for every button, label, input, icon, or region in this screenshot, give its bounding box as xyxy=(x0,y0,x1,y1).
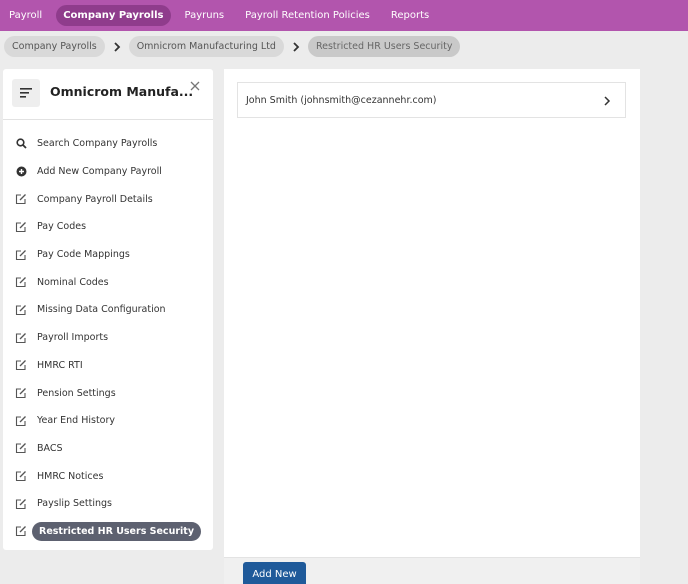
edit-icon xyxy=(14,275,28,289)
edit-icon xyxy=(14,192,28,206)
top-navigation-bar: Payroll Company Payrolls Payruns Payroll… xyxy=(0,0,688,31)
user-label: John Smith (johnsmith@cezannehr.com) xyxy=(246,94,437,106)
sidebar-item-pension-settings[interactable]: Pension Settings xyxy=(3,379,213,407)
chevron-right-icon xyxy=(284,37,308,57)
sidebar-item-label: Search Company Payrolls xyxy=(37,138,158,150)
sidebar-item-search-company-payrolls[interactable]: Search Company Payrolls xyxy=(3,130,213,158)
edit-icon xyxy=(14,497,28,511)
sidebar-item-pay-codes[interactable]: Pay Codes xyxy=(3,213,213,241)
edit-icon xyxy=(14,441,28,455)
edit-icon xyxy=(14,524,28,538)
sidebar-title: Omnicrom Manufa... xyxy=(50,84,194,99)
sidebar-item-label: HMRC RTI xyxy=(37,359,83,371)
sidebar-item-label: Pension Settings xyxy=(37,387,116,399)
breadcrumb-current-page: Restricted HR Users Security xyxy=(307,36,461,57)
sidebar-item-year-end-history[interactable]: Year End History xyxy=(3,407,213,435)
sidebar-item-restricted-hr-users-security[interactable]: Restricted HR Users Security xyxy=(3,518,213,546)
main-content: John Smith (johnsmith@cezannehr.com) xyxy=(224,69,640,557)
sidebar-item-bacs[interactable]: BACS xyxy=(3,435,213,463)
nav-item-company-payrolls[interactable]: Company Payrolls xyxy=(56,5,171,26)
sidebar-menu: Search Company Payrolls Add New Company … xyxy=(3,130,213,545)
chevron-right-icon xyxy=(105,37,129,57)
sidebar-item-company-payroll-details[interactable]: Company Payroll Details xyxy=(3,185,213,213)
sidebar-item-label: Year End History xyxy=(37,415,116,427)
nav-item-payruns[interactable]: Payruns xyxy=(178,5,232,26)
sidebar: Omnicrom Manufa... Search Company Payrol… xyxy=(3,69,213,550)
edit-icon xyxy=(14,220,28,234)
sidebar-item-label: Missing Data Configuration xyxy=(37,304,166,316)
sidebar-item-label: Nominal Codes xyxy=(37,276,109,288)
nav-item-payroll[interactable]: Payroll xyxy=(2,5,49,26)
sidebar-item-label: Payroll Imports xyxy=(37,332,109,344)
chevron-right-icon xyxy=(602,95,612,107)
sidebar-item-payroll-imports[interactable]: Payroll Imports xyxy=(3,324,213,352)
edit-icon xyxy=(14,331,28,345)
edit-icon xyxy=(14,358,28,372)
sidebar-item-label: BACS xyxy=(37,442,63,454)
list-item[interactable]: John Smith (johnsmith@cezannehr.com) xyxy=(237,82,626,118)
sidebar-item-nominal-codes[interactable]: Nominal Codes xyxy=(3,268,213,296)
sidebar-header: Omnicrom Manufa... xyxy=(3,69,213,120)
sidebar-item-payslip-settings[interactable]: Payslip Settings xyxy=(3,490,213,518)
edit-icon xyxy=(14,469,28,483)
sidebar-item-label: Add New Company Payroll xyxy=(37,166,162,178)
edit-icon xyxy=(14,414,28,428)
sidebar-item-label: Restricted HR Users Security xyxy=(32,521,202,541)
nav-item-payroll-retention-policies[interactable]: Payroll Retention Policies xyxy=(238,5,377,26)
sidebar-item-hmrc-notices[interactable]: HMRC Notices xyxy=(3,462,213,490)
footer-bar: Add New xyxy=(224,557,640,584)
search-icon xyxy=(14,137,28,151)
sidebar-item-label: Payslip Settings xyxy=(37,498,112,510)
sidebar-item-label: Company Payroll Details xyxy=(37,193,153,205)
hamburger-icon[interactable] xyxy=(12,79,40,107)
breadcrumb-company[interactable]: Omnicrom Manufacturing Ltd xyxy=(128,36,284,57)
sidebar-item-label: HMRC Notices xyxy=(37,470,104,482)
nav-item-reports[interactable]: Reports xyxy=(384,5,436,26)
close-icon[interactable] xyxy=(188,79,202,93)
sidebar-item-label: Pay Codes xyxy=(37,221,87,233)
sidebar-item-hmrc-rti[interactable]: HMRC RTI xyxy=(3,352,213,380)
plus-circle-icon xyxy=(14,165,28,179)
edit-icon xyxy=(14,248,28,262)
sidebar-item-label: Pay Code Mappings xyxy=(37,249,130,261)
breadcrumb-company-payrolls[interactable]: Company Payrolls xyxy=(4,36,105,57)
sidebar-item-pay-code-mappings[interactable]: Pay Code Mappings xyxy=(3,241,213,269)
edit-icon xyxy=(14,386,28,400)
edit-icon xyxy=(14,303,28,317)
breadcrumb: Company Payrolls Omnicrom Manufacturing … xyxy=(0,31,688,62)
add-new-button[interactable]: Add New xyxy=(243,562,306,584)
sidebar-item-add-new-company-payroll[interactable]: Add New Company Payroll xyxy=(3,158,213,186)
sidebar-item-missing-data-configuration[interactable]: Missing Data Configuration xyxy=(3,296,213,324)
